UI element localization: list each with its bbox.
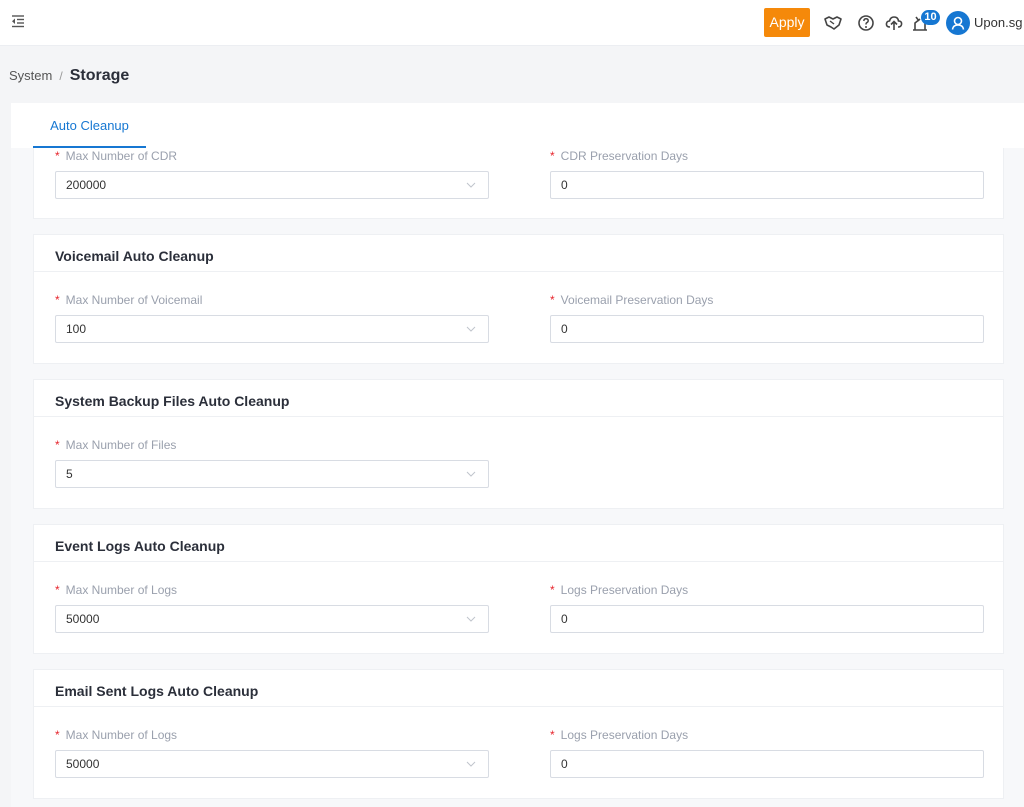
email-logs-cleanup-card: Email Sent Logs Auto Cleanup * Max Number… <box>33 669 1004 799</box>
page-title: Storage <box>69 67 130 84</box>
voicemail-days-value: 0 <box>561 322 568 336</box>
section-title: Event Logs Auto Cleanup <box>34 525 1003 562</box>
email-logs-days-field: * Logs Preservation Days 0 <box>550 727 984 778</box>
top-bar: Apply 10 Upon.sg <box>0 0 1024 46</box>
help-icon[interactable] <box>856 13 876 33</box>
max-event-logs-field: * Max Number of Logs 50000 <box>55 582 489 633</box>
user-icon <box>951 16 965 30</box>
required-mark: * <box>55 438 60 452</box>
voicemail-days-label: Voicemail Preservation Days <box>560 293 714 307</box>
chevron-down-icon <box>466 761 476 767</box>
max-files-label: Max Number of Files <box>65 438 177 452</box>
avatar[interactable] <box>946 11 970 35</box>
required-mark: * <box>55 728 60 742</box>
menu-collapse-icon[interactable] <box>10 13 26 29</box>
backup-cleanup-card: System Backup Files Auto Cleanup * Max Nu… <box>33 379 1004 509</box>
event-logs-days-value: 0 <box>561 612 568 626</box>
tabs-bar: Auto Cleanup <box>11 103 1024 148</box>
required-mark: * <box>550 149 555 163</box>
content-panel: * Max Number of CDR 200000 * CDR Preservat… <box>11 103 1024 807</box>
required-mark: * <box>55 583 60 597</box>
max-voicemail-select[interactable]: 100 <box>55 315 489 343</box>
voicemail-cleanup-card: Voicemail Auto Cleanup * Max Number of Vo… <box>33 234 1004 364</box>
max-event-logs-value: 50000 <box>66 612 100 626</box>
max-cdr-label: Max Number of CDR <box>65 149 178 163</box>
max-email-logs-select[interactable]: 50000 <box>55 750 489 778</box>
max-email-logs-field: * Max Number of Logs 50000 <box>55 727 489 778</box>
email-logs-days-input[interactable]: 0 <box>550 750 984 778</box>
max-voicemail-value: 100 <box>66 322 87 336</box>
breadcrumb-parent[interactable]: System <box>9 68 52 83</box>
required-mark: * <box>550 728 555 742</box>
max-email-logs-label: Max Number of Logs <box>65 728 178 742</box>
section-title: Voicemail Auto Cleanup <box>34 235 1003 272</box>
event-logs-days-field: * Logs Preservation Days 0 <box>550 582 984 633</box>
max-files-field: * Max Number of Files 5 <box>55 437 489 488</box>
cdr-days-value: 0 <box>561 178 568 192</box>
chevron-down-icon <box>466 326 476 332</box>
event-logs-cleanup-card: Event Logs Auto Cleanup * Max Number of L… <box>33 524 1004 654</box>
event-logs-days-input[interactable]: 0 <box>550 605 984 633</box>
user-name-menu[interactable]: Upon.sg <box>974 15 1022 30</box>
max-voicemail-label: Max Number of Voicemail <box>65 293 203 307</box>
breadcrumb-separator: / <box>59 69 63 83</box>
chevron-down-icon <box>466 182 476 188</box>
breadcrumb: System / Storage <box>9 67 129 85</box>
required-mark: * <box>55 149 60 163</box>
cloud-upload-icon[interactable] <box>884 13 904 33</box>
chevron-down-icon <box>466 616 476 622</box>
max-voicemail-field: * Max Number of Voicemail 100 <box>55 292 489 343</box>
max-files-select[interactable]: 5 <box>55 460 489 488</box>
voicemail-days-input[interactable]: 0 <box>550 315 984 343</box>
apply-button[interactable]: Apply <box>764 8 810 37</box>
max-event-logs-label: Max Number of Logs <box>65 583 178 597</box>
max-cdr-value: 200000 <box>66 178 107 192</box>
required-mark: * <box>550 583 555 597</box>
chevron-down-icon <box>466 471 476 477</box>
max-cdr-select[interactable]: 200000 <box>55 171 489 199</box>
tab-auto-cleanup[interactable]: Auto Cleanup <box>33 103 146 148</box>
required-mark: * <box>550 293 555 307</box>
event-logs-days-label: Logs Preservation Days <box>560 583 689 597</box>
handshake-icon[interactable] <box>823 13 843 33</box>
max-files-value: 5 <box>66 467 73 481</box>
section-title: Email Sent Logs Auto Cleanup <box>34 670 1003 707</box>
notification-count-badge: 10 <box>921 10 940 25</box>
cdr-days-input[interactable]: 0 <box>550 171 984 199</box>
max-cdr-field: * Max Number of CDR 200000 <box>55 148 489 199</box>
email-logs-days-label: Logs Preservation Days <box>560 728 689 742</box>
voicemail-days-field: * Voicemail Preservation Days 0 <box>550 292 984 343</box>
max-email-logs-value: 50000 <box>66 757 100 771</box>
required-mark: * <box>55 293 60 307</box>
cdr-days-field: * CDR Preservation Days 0 <box>550 148 984 199</box>
section-title: System Backup Files Auto Cleanup <box>34 380 1003 417</box>
cdr-days-label: CDR Preservation Days <box>560 149 689 163</box>
email-logs-days-value: 0 <box>561 757 568 771</box>
max-event-logs-select[interactable]: 50000 <box>55 605 489 633</box>
